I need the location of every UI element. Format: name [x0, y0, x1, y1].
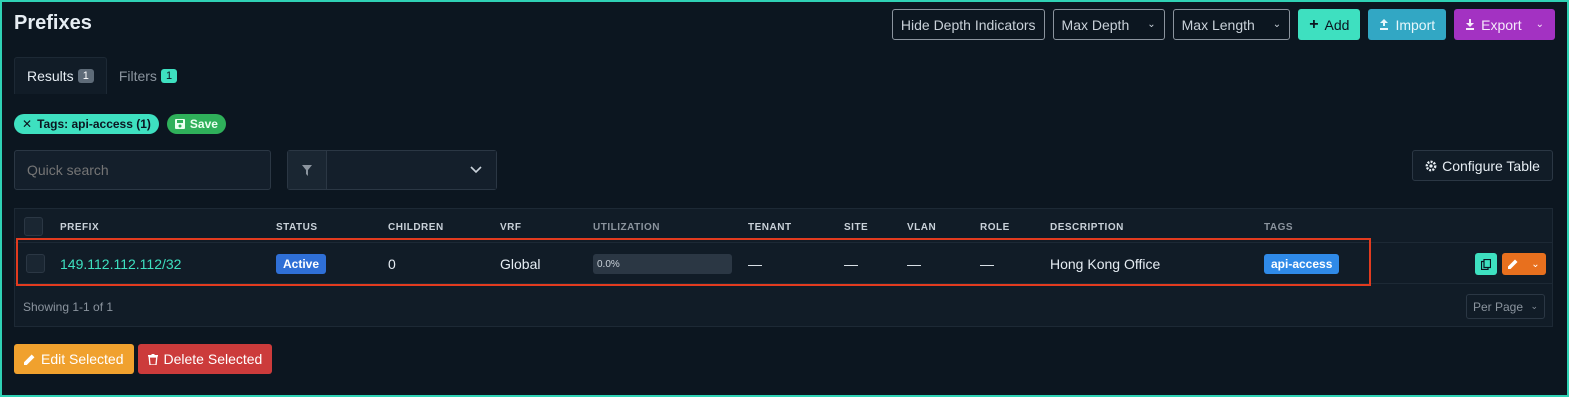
max-length-label: Max Length: [1181, 16, 1255, 33]
export-button[interactable]: Export ⌄: [1454, 9, 1555, 40]
tenant-value: —: [748, 256, 762, 272]
per-page-select[interactable]: Per Page ⌄: [1466, 294, 1545, 319]
select-all-checkbox[interactable]: [24, 217, 43, 236]
upload-icon: [1379, 19, 1389, 30]
configure-table-button[interactable]: Configure Table: [1412, 150, 1553, 181]
export-label: Export: [1481, 16, 1522, 33]
filter-chip-label: Tags: api-access (1): [37, 117, 151, 131]
max-depth-label: Max Depth: [1061, 16, 1130, 33]
saved-filter-select[interactable]: [287, 150, 497, 190]
configure-table-label: Configure Table: [1442, 157, 1540, 174]
save-filter-button[interactable]: Save: [166, 114, 226, 134]
plus-icon: +: [1309, 15, 1319, 33]
vlan-value: —: [907, 256, 921, 272]
trash-icon: [147, 353, 158, 365]
hide-depth-indicators-button[interactable]: Hide Depth Indicators: [891, 9, 1045, 40]
chevron-down-icon[interactable]: ⌄: [1531, 259, 1539, 270]
prefix-link[interactable]: 149.112.112.112/32: [60, 256, 181, 272]
edit-selected-button[interactable]: Edit Selected: [14, 344, 134, 374]
download-icon: [1465, 19, 1475, 30]
top-actions: Hide Depth Indicators Max Depth ⌄ Max Le…: [891, 9, 1555, 40]
add-button[interactable]: + Add: [1298, 9, 1361, 40]
pencil-icon: [24, 354, 35, 365]
save-icon: [174, 119, 185, 129]
bulk-actions: Edit Selected Delete Selected: [14, 344, 273, 374]
max-depth-select[interactable]: Max Depth ⌄: [1052, 9, 1165, 40]
save-label: Save: [189, 117, 218, 131]
pagination-summary: Showing 1-1 of 1: [23, 300, 114, 314]
max-length-select[interactable]: Max Length ⌄: [1172, 9, 1291, 40]
tag-badge[interactable]: api-access: [1264, 254, 1340, 274]
prefixes-table: PREFIX STATUS CHILDREN VRF UTILIZATION T…: [14, 208, 1553, 327]
table-header: PREFIX STATUS CHILDREN VRF UTILIZATION T…: [15, 209, 1552, 243]
tab-results-label: Results: [27, 68, 74, 84]
delete-selected-button[interactable]: Delete Selected: [137, 344, 273, 374]
import-label: Import: [1395, 16, 1436, 33]
edit-button[interactable]: ⌄: [1502, 253, 1546, 275]
filter-icon: [288, 151, 327, 189]
filter-chip-tags[interactable]: ✕ Tags: api-access (1): [14, 114, 159, 134]
add-label: Add: [1324, 16, 1350, 33]
col-role[interactable]: ROLE: [980, 222, 1010, 233]
per-page-label: Per Page: [1473, 299, 1524, 314]
tab-filters-label: Filters: [118, 67, 157, 84]
chevron-down-icon[interactable]: ⌄: [1536, 19, 1544, 30]
results-count-badge: 1: [77, 69, 94, 83]
col-vlan[interactable]: VLAN: [907, 222, 936, 233]
col-prefix[interactable]: PREFIX: [60, 222, 99, 233]
saved-filter-dropdown[interactable]: [327, 151, 496, 189]
tab-filters[interactable]: Filters 1: [107, 57, 189, 94]
col-site[interactable]: SITE: [844, 222, 868, 233]
status-badge: Active: [276, 254, 327, 274]
children-count: 0: [388, 256, 396, 272]
applied-filters: ✕ Tags: api-access (1) Save: [14, 114, 226, 134]
col-children[interactable]: CHILDREN: [388, 222, 444, 233]
site-value: —: [844, 256, 858, 272]
row-checkbox[interactable]: [26, 254, 45, 273]
pencil-icon: [1508, 259, 1518, 269]
chevron-down-icon: [470, 166, 482, 174]
delete-selected-label: Delete Selected: [163, 351, 263, 367]
col-tenant[interactable]: TENANT: [748, 222, 792, 233]
table-row: 149.112.112.112/32 Active 0 Global 0.0% …: [15, 244, 1552, 284]
description-value: Hong Kong Office: [1050, 256, 1161, 272]
col-vrf[interactable]: VRF: [500, 222, 522, 233]
copy-icon: [1481, 258, 1491, 270]
row-actions: ⌄: [1475, 253, 1546, 275]
chevron-down-icon: ⌄: [1530, 301, 1538, 311]
results-tabs: Results 1 Filters 1: [14, 57, 189, 94]
role-value: —: [980, 256, 994, 272]
quick-search-input[interactable]: [14, 150, 271, 190]
col-description[interactable]: DESCRIPTION: [1050, 222, 1124, 233]
chevron-down-icon: ⌄: [1272, 19, 1282, 30]
page-title: Prefixes: [14, 12, 92, 34]
chevron-down-icon: ⌄: [1147, 19, 1156, 30]
close-icon[interactable]: ✕: [22, 117, 32, 131]
col-utilization: UTILIZATION: [593, 222, 660, 233]
col-tags: TAGS: [1264, 222, 1294, 233]
vrf-value: Global: [500, 256, 541, 272]
import-button[interactable]: Import: [1368, 9, 1447, 40]
copy-button[interactable]: [1475, 253, 1497, 275]
app-frame: [0, 0, 1569, 397]
gear-icon: [1425, 160, 1437, 172]
tab-results[interactable]: Results 1: [14, 57, 107, 94]
col-status[interactable]: STATUS: [276, 222, 318, 233]
utilization-value: 0.0%: [597, 258, 620, 270]
utilization-bar: 0.0%: [593, 254, 732, 274]
edit-selected-label: Edit Selected: [41, 351, 124, 367]
filters-count-badge: 1: [160, 68, 178, 83]
